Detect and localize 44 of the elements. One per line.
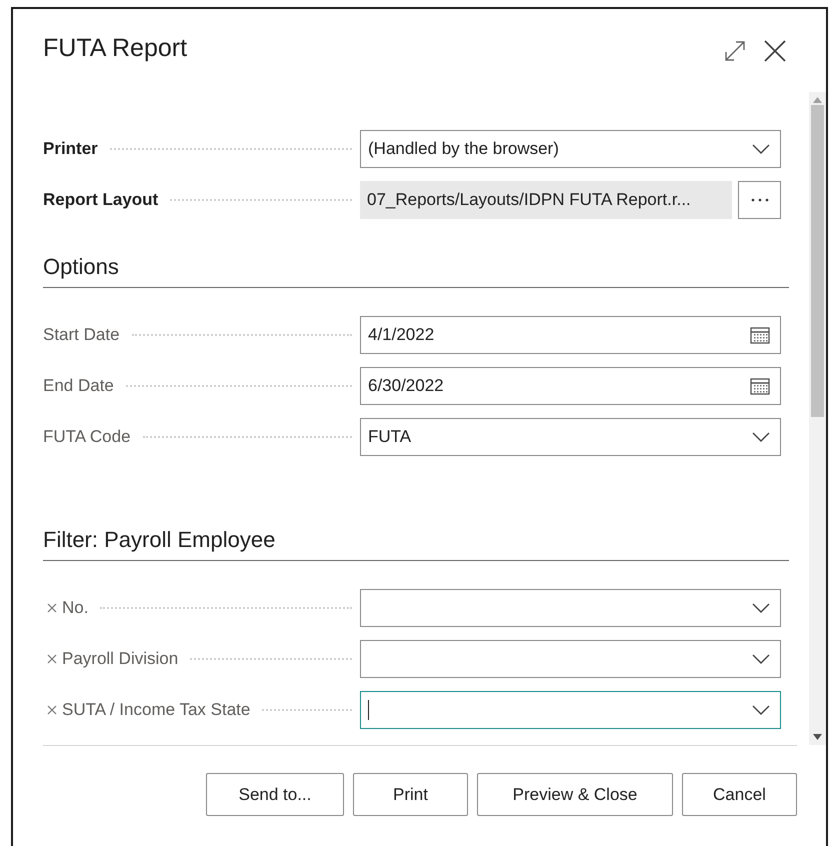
chevron-down-icon[interactable]	[752, 705, 770, 715]
field-label: FUTA Code	[43, 427, 132, 447]
field-label: Payroll Division	[62, 649, 180, 669]
chevron-down-icon[interactable]	[752, 432, 770, 442]
field-label: SUTA / Income Tax State	[62, 700, 252, 720]
field-label: Report Layout	[43, 190, 160, 210]
date-field[interactable]: 6/30/2022	[360, 367, 781, 405]
field-label: Printer	[43, 139, 99, 159]
scroll-down-icon[interactable]	[813, 734, 822, 740]
field-value: 4/1/2022	[368, 325, 436, 345]
dialog-button[interactable]: Cancel	[682, 773, 797, 816]
remove-filter-icon[interactable]	[47, 654, 57, 664]
dropdown-field[interactable]: (Handled by the browser)	[360, 130, 781, 168]
field-label: Start Date	[43, 325, 121, 345]
field-label: No.	[62, 598, 90, 618]
layout-field[interactable]: 07_Reports/Layouts/IDPN FUTA Report.r...	[360, 181, 732, 219]
section-heading: Filter: Payroll Employee	[43, 525, 789, 561]
remove-filter-icon[interactable]	[47, 705, 57, 715]
section-heading: Options	[43, 252, 789, 288]
dialog-button[interactable]: Preview & Close	[477, 773, 673, 816]
window-title: FUTA Report	[43, 34, 188, 63]
chevron-down-icon[interactable]	[752, 144, 770, 154]
field-label: End Date	[43, 376, 115, 396]
scrollbar[interactable]	[809, 92, 826, 745]
date-field[interactable]: 4/1/2022	[360, 316, 781, 354]
field-value: 6/30/2022	[368, 376, 445, 396]
dropdown-field[interactable]: FUTA	[360, 418, 781, 456]
calendar-icon[interactable]	[750, 326, 770, 344]
calendar-icon[interactable]	[750, 377, 770, 395]
dropdown-field[interactable]	[360, 691, 781, 729]
dialog-button[interactable]: Print	[353, 773, 468, 816]
dropdown-field[interactable]	[360, 640, 781, 678]
dialog-button[interactable]: Send to...	[206, 773, 344, 816]
field-value: FUTA	[368, 427, 412, 447]
close-icon[interactable]	[764, 40, 786, 62]
more-icon	[750, 198, 768, 202]
remove-filter-icon[interactable]	[47, 603, 57, 613]
field-value: (Handled by the browser)	[368, 139, 560, 159]
chevron-down-icon[interactable]	[752, 654, 770, 664]
chevron-down-icon[interactable]	[752, 603, 770, 613]
dropdown-field[interactable]	[360, 589, 781, 627]
expand-icon[interactable]	[724, 40, 746, 62]
scrollbar-thumb[interactable]	[811, 105, 824, 417]
more-button[interactable]	[738, 181, 781, 219]
